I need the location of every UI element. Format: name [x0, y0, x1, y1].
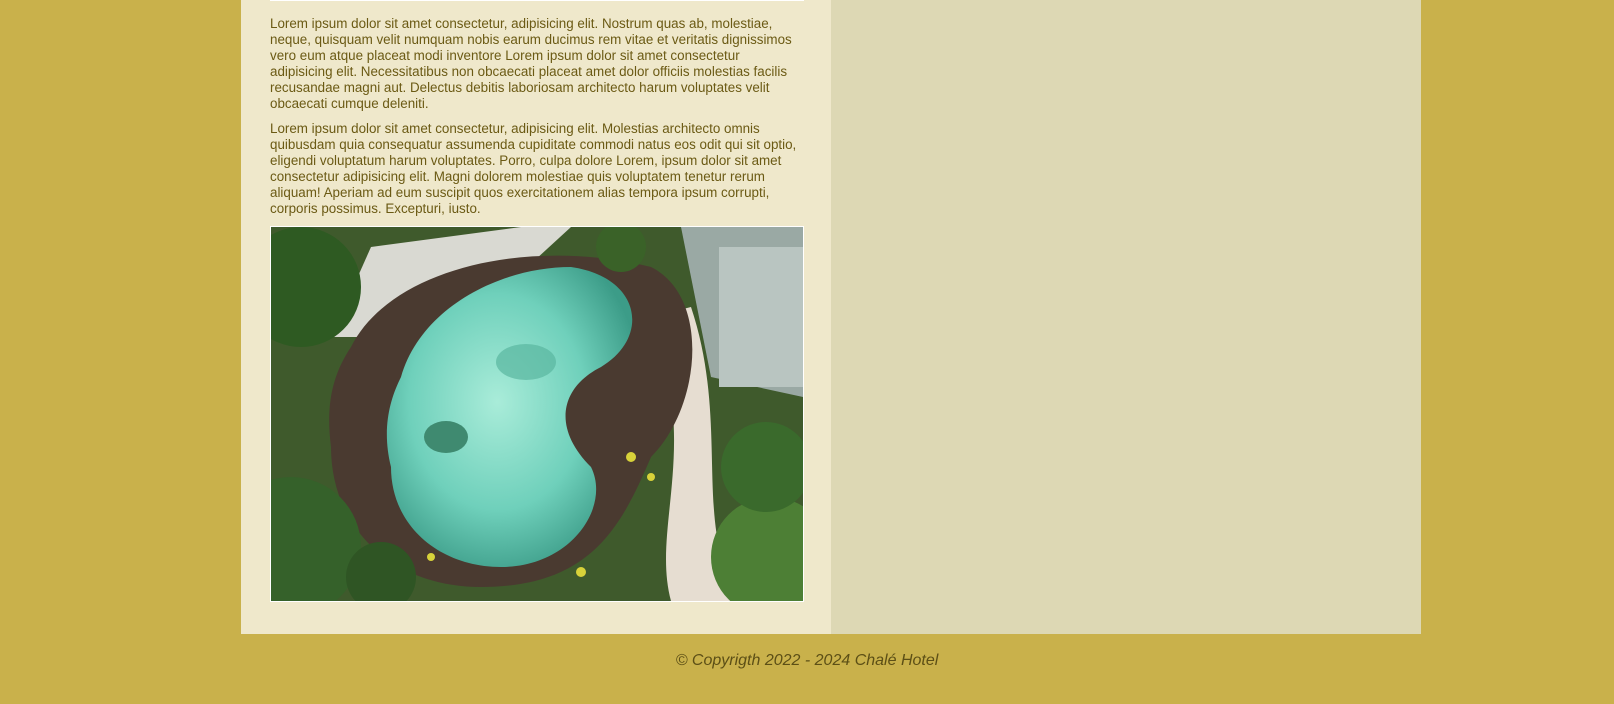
pool-garden-photo [270, 226, 804, 602]
article-content: Lorem ipsum dolor sit amet consectetur, … [270, 16, 804, 602]
footer-copyright: © Copyrigth 2022 - 2024 Chalé Hotel [675, 652, 939, 669]
paragraph-2: Lorem ipsum dolor sit amet consectetur, … [270, 121, 797, 216]
page-container: Lorem ipsum dolor sit amet consectetur, … [241, 0, 1421, 634]
paragraph-1: Lorem ipsum dolor sit amet consectetur, … [270, 16, 792, 111]
sidebar-column [831, 0, 1421, 634]
main-content-column: Lorem ipsum dolor sit amet consectetur, … [241, 0, 831, 634]
top-divider [270, 0, 804, 1]
